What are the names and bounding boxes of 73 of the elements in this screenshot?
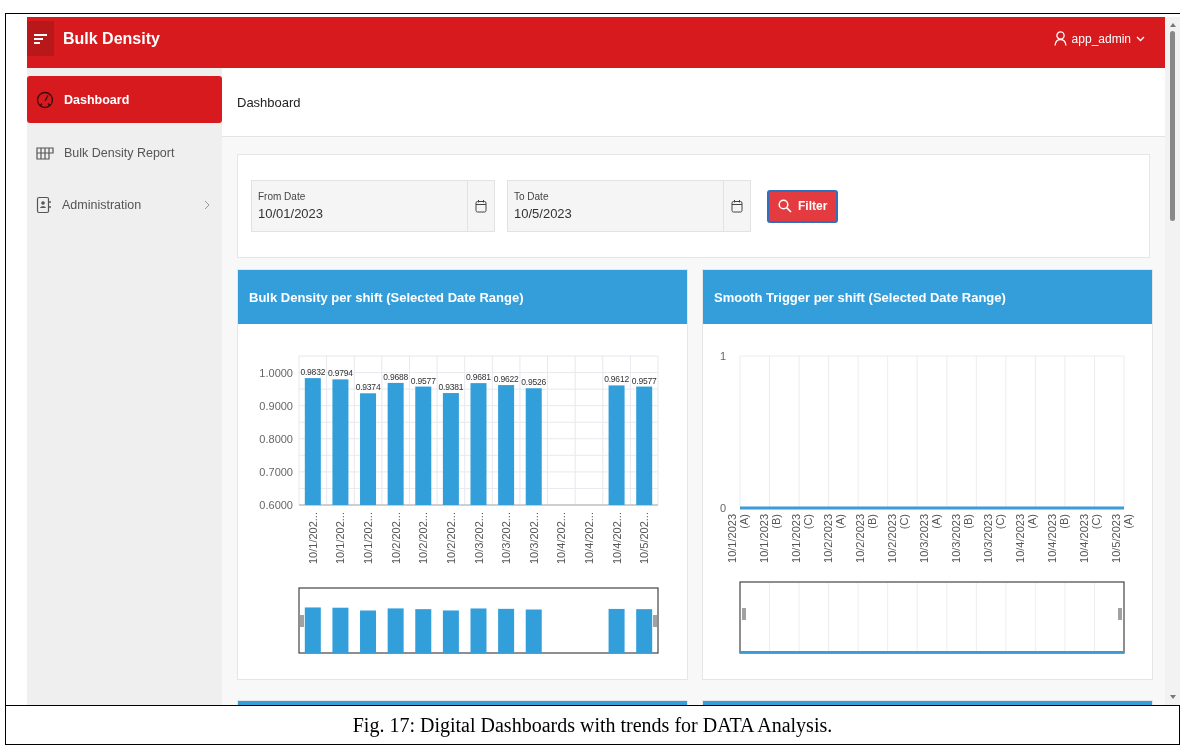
bar-value-label: 0.9577 — [410, 375, 436, 386]
axis-category-label: 10/2/2023 (C) — [886, 514, 910, 563]
axis-category-label: 10/5/202... — [638, 512, 651, 564]
axis-category-label: 10/1/2023 (A) — [726, 514, 750, 563]
bar-value-label: 0.9794 — [328, 368, 353, 379]
axis-category-label: 10/4/202... — [555, 512, 568, 564]
date-field[interactable]: From Date 10/01/2023 — [251, 180, 495, 232]
menu-icon — [33, 32, 48, 45]
scroll-up-icon[interactable] — [1168, 22, 1177, 28]
user-icon — [1053, 31, 1067, 46]
chevron-right-icon — [204, 200, 210, 210]
gauge-icon — [36, 90, 54, 109]
axis-category-label: 10/1/2023 (C) — [790, 514, 814, 563]
caret-icon — [1136, 35, 1145, 42]
axis-tick-label: 1 — [719, 350, 726, 362]
figure-caption: Fig. 17: Digital Dashboards with trends for DATA Analysis. — [352, 713, 833, 737]
bar-value-label: 0.9681 — [466, 372, 491, 383]
scroll-down-icon[interactable] — [1168, 694, 1177, 700]
axis-tick-label: 0 — [719, 502, 726, 514]
table-icon — [36, 145, 54, 161]
axis-category-label: 10/1/202... — [362, 512, 375, 564]
axis-category-label: 10/4/2023 (B) — [1046, 514, 1070, 563]
axis-tick-label: 1.0000 — [259, 366, 293, 379]
nav-item[interactable]: Bulk Density Report — [27, 127, 222, 179]
card-title: Smooth Trigger per shift (Selected Date Range) — [714, 289, 1006, 305]
axis-category-label: 10/4/2023 (C) — [1078, 514, 1102, 563]
bar-value-label: 0.9622 — [493, 374, 519, 385]
bar-value-label: 0.9381 — [438, 382, 464, 393]
bar-value-label: 0.9612 — [604, 374, 629, 385]
axis-category-label: 10/3/2023 (B) — [950, 514, 974, 563]
bar-value-label: 0.9832 — [300, 367, 326, 378]
axis-category-label: 10/5/2023 (A) — [1110, 514, 1134, 563]
axis-category-label: 10/4/2023 (A) — [1014, 514, 1038, 563]
scrollbar[interactable] — [1165, 17, 1180, 705]
bar-value-label: 0.9374 — [355, 382, 381, 393]
breadcrumb: Dashboard — [237, 94, 301, 110]
bar-value-label: 0.9688 — [383, 371, 409, 382]
axis-category-label: 10/3/202... — [472, 512, 485, 564]
axis-category-label: 10/4/202... — [582, 512, 595, 564]
axis-tick-label: 0.8000 — [259, 432, 293, 445]
axis-category-label: 10/3/2023 (A) — [918, 514, 942, 563]
axis-category-label: 10/2/202... — [444, 512, 457, 564]
axis-category-label: 10/4/202... — [610, 512, 623, 564]
nav-item[interactable]: Administration — [27, 179, 222, 231]
nav-item[interactable]: Dashboard — [27, 76, 222, 123]
filter-button[interactable]: Filter — [767, 189, 839, 223]
search-icon — [778, 199, 792, 213]
menu-button[interactable] — [27, 21, 54, 56]
axis-tick-label: 0.9000 — [259, 399, 293, 412]
axis-category-label: 10/1/202... — [334, 512, 347, 564]
bar-value-label: 0.9526 — [521, 377, 547, 388]
axis-category-label: 10/2/2023 (A) — [822, 514, 846, 563]
user-menu[interactable]: app_admin — [1047, 30, 1151, 47]
axis-category-label: 10/1/202... — [306, 512, 319, 564]
axis-category-label: 10/3/202... — [500, 512, 513, 564]
calendar-icon[interactable] — [475, 199, 487, 213]
card-title: Bulk Density per shift (Selected Date Range) — [249, 289, 524, 305]
scrollbar-thumb[interactable] — [1170, 31, 1175, 221]
app-title: Bulk Density — [63, 29, 160, 48]
navigator-drawing[interactable] — [298, 587, 659, 654]
axis-category-label: 10/1/2023 (B) — [758, 514, 782, 563]
contact-card-icon — [36, 196, 52, 214]
axis-category-label: 10/2/202... — [417, 512, 430, 564]
calendar-icon[interactable] — [731, 199, 743, 213]
axis-category-label: 10/2/2023 (B) — [854, 514, 878, 563]
bar-value-label: 0.9577 — [631, 375, 657, 386]
axis-tick-label: 0.6000 — [259, 499, 293, 511]
date-field[interactable]: To Date 10/5/2023 — [507, 180, 751, 232]
navigator-drawing[interactable] — [739, 581, 1125, 654]
axis-tick-label: 0.7000 — [259, 465, 293, 478]
axis-category-label: 10/3/202... — [527, 512, 540, 564]
axis-category-label: 10/3/2023 (C) — [982, 514, 1006, 563]
axis-category-label: 10/2/202... — [389, 512, 402, 564]
